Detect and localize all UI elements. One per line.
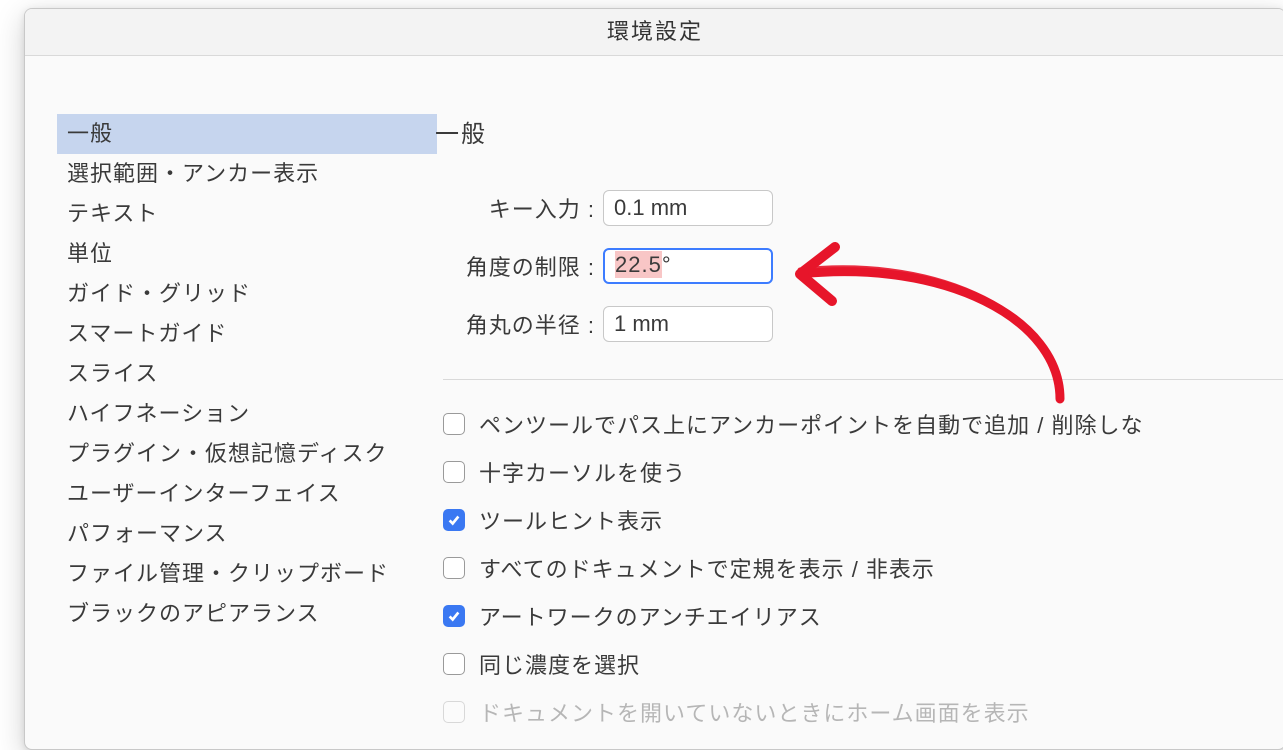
checkbox-3[interactable] [443,557,465,579]
sidebar-item-1[interactable]: 選択範囲・アンカー表示 [57,154,437,194]
checkbox-5[interactable] [443,653,465,675]
label-key-input: キー入力 : [425,192,603,224]
field-row-corner-radius: 角丸の半径 : [425,295,1283,353]
sidebar-item-6[interactable]: スライス [57,354,437,394]
window-title: 環境設定 [25,9,1283,56]
check-row-3: すべてのドキュメントで定規を表示 / 非表示 [425,544,1283,592]
preferences-window: 環境設定 一般選択範囲・アンカー表示テキスト単位ガイド・グリッドスマートガイドス… [24,8,1283,750]
sidebar-list: 一般選択範囲・アンカー表示テキスト単位ガイド・グリッドスマートガイドスライスハイ… [57,114,437,634]
sidebar: 一般選択範囲・アンカー表示テキスト単位ガイド・グリッドスマートガイドスライスハイ… [25,56,425,750]
label-corner-radius: 角丸の半径 : [425,308,603,340]
sidebar-item-7[interactable]: ハイフネーション [57,394,437,434]
sidebar-item-5[interactable]: スマートガイド [57,314,437,354]
sidebar-item-0[interactable]: 一般 [57,114,437,154]
section-title: 一般 [435,114,1283,149]
checkbox-0[interactable] [443,413,465,435]
sidebar-item-8[interactable]: プラグイン・仮想記憶ディスク [57,434,437,474]
sidebar-item-4[interactable]: ガイド・グリッド [57,274,437,314]
check-row-4: アートワークのアンチエイリアス [425,592,1283,640]
content-panel: 一般 キー入力 : 角度の制限 : 22.5° 角丸の半径 : ペンツールでパス… [425,56,1283,750]
sidebar-item-11[interactable]: ファイル管理・クリップボード [57,554,437,594]
check-label-6: ドキュメントを開いていないときにホーム画面を表示 [479,696,1030,728]
sidebar-item-10[interactable]: パフォーマンス [57,514,437,554]
input-corner-radius[interactable] [603,306,773,342]
checks-container: ペンツールでパス上にアンカーポイントを自動で追加 / 削除しな十字カーソルを使う… [425,400,1283,736]
check-label-0: ペンツールでパス上にアンカーポイントを自動で追加 / 削除しな [479,408,1143,440]
field-row-angle-limit: 角度の制限 : 22.5° [425,237,1283,295]
sidebar-item-3[interactable]: 単位 [57,234,437,274]
divider [443,379,1283,380]
checkbox-6[interactable] [443,701,465,723]
check-row-2: ツールヒント表示 [425,496,1283,544]
check-label-4: アートワークのアンチエイリアス [479,600,822,632]
check-row-6: ドキュメントを開いていないときにホーム画面を表示 [425,688,1283,736]
check-label-5: 同じ濃度を選択 [479,648,640,680]
check-row-0: ペンツールでパス上にアンカーポイントを自動で追加 / 削除しな [425,400,1283,448]
checkbox-4[interactable] [443,605,465,627]
sidebar-item-2[interactable]: テキスト [57,194,437,234]
label-angle-limit: 角度の制限 : [425,250,603,282]
check-row-5: 同じ濃度を選択 [425,640,1283,688]
field-row-key-input: キー入力 : [425,179,1283,237]
check-label-2: ツールヒント表示 [479,504,663,536]
input-key-input[interactable] [603,190,773,226]
check-row-1: 十字カーソルを使う [425,448,1283,496]
input-angle-limit[interactable]: 22.5° [603,248,773,284]
check-label-1: 十字カーソルを使う [479,456,686,488]
sidebar-item-9[interactable]: ユーザーインターフェイス [57,474,437,514]
check-label-3: すべてのドキュメントで定規を表示 / 非表示 [479,552,935,584]
window-body: 一般選択範囲・アンカー表示テキスト単位ガイド・グリッドスマートガイドスライスハイ… [25,56,1283,750]
sidebar-item-12[interactable]: ブラックのアピアランス [57,594,437,634]
checkbox-1[interactable] [443,461,465,483]
checkbox-2[interactable] [443,509,465,531]
